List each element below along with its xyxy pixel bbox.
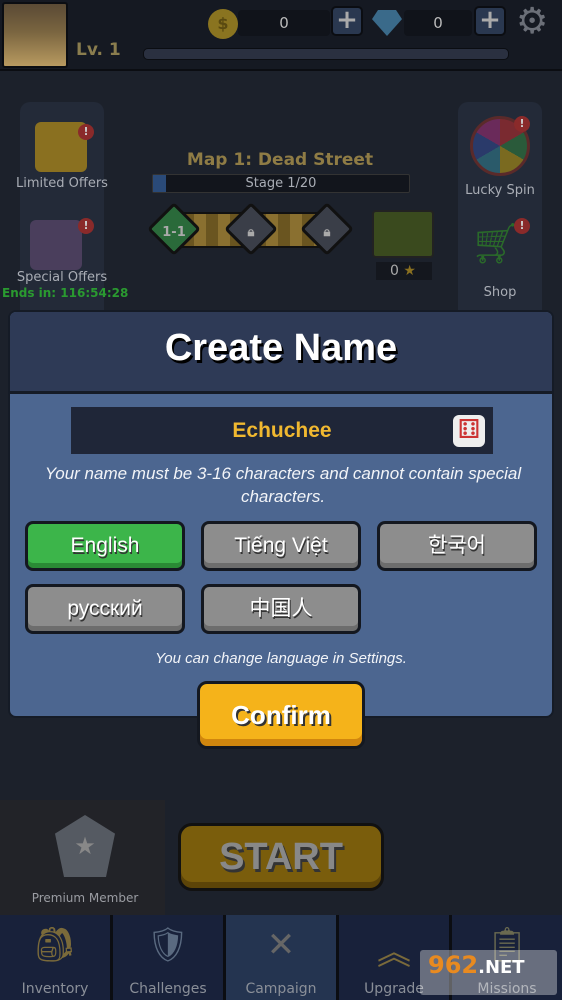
- lock-icon: 🔒︎: [247, 225, 255, 241]
- lock-icon: 🔒︎: [323, 225, 331, 241]
- stage-label: Stage 1/20: [245, 176, 317, 191]
- stage-node-locked[interactable]: 🔒︎: [224, 202, 278, 256]
- lucky-spin-label[interactable]: Lucky Spin: [440, 183, 560, 198]
- coin-icon: $: [208, 9, 238, 39]
- dialog-header: Create Name: [10, 312, 552, 394]
- dice-icon[interactable]: ⚅: [453, 415, 485, 447]
- start-button[interactable]: START: [178, 823, 384, 891]
- create-name-dialog: Create Name ⚅ Your name must be 3-16 cha…: [8, 310, 554, 718]
- name-input[interactable]: [71, 407, 493, 454]
- gem-count: 0: [404, 10, 472, 36]
- lang-chinese-button[interactable]: 中国人: [201, 584, 361, 634]
- shop-label[interactable]: Shop: [440, 285, 560, 300]
- reward-crate-icon[interactable]: [372, 210, 434, 258]
- crossed-guns-icon: ✕: [266, 925, 296, 965]
- gear-icon[interactable]: ⚙: [516, 4, 548, 40]
- alert-badge: !: [514, 116, 530, 132]
- stage-node-1-1[interactable]: 1-1: [147, 202, 201, 256]
- language-settings-note: You can change language in Settings.: [155, 650, 407, 667]
- alert-badge: !: [514, 218, 530, 234]
- confirm-button[interactable]: Confirm: [197, 681, 365, 749]
- chevron-rank-icon: ︽: [377, 933, 411, 973]
- player-level: Lv. 1: [76, 40, 121, 60]
- tab-inventory[interactable]: 🎒︎ Inventory: [0, 915, 110, 1000]
- tab-campaign[interactable]: ✕ Campaign: [226, 915, 336, 1000]
- stage-progress-bar: Stage 1/20: [152, 174, 410, 193]
- name-rules-hint: Your name must be 3-16 characters and ca…: [44, 464, 522, 506]
- special-offers-label[interactable]: Special Offers: [2, 270, 122, 285]
- star-icon: ★: [403, 263, 416, 279]
- level-progress-bar: [143, 48, 509, 60]
- chest-icon[interactable]: [30, 220, 82, 270]
- lang-english-button[interactable]: English: [25, 521, 185, 571]
- premium-member-label: Premium Member: [31, 891, 139, 905]
- add-coins-button[interactable]: +: [331, 6, 363, 36]
- star-count: 0 ★: [376, 262, 432, 280]
- lang-russian-button[interactable]: русский: [25, 584, 185, 634]
- map-title: Map 1: Dead Street: [186, 150, 374, 170]
- top-bar: Lv. 1 $ 0 + 0 + ⚙: [0, 0, 562, 71]
- gem-icon: [372, 10, 402, 36]
- limited-offers-label[interactable]: Limited Offers: [2, 176, 122, 191]
- lang-vietnamese-button[interactable]: Tiếng Việt: [201, 521, 361, 571]
- watermark-logo: 962.NET: [420, 950, 557, 995]
- shield-icon: 🛡︎: [146, 925, 190, 965]
- coin-count: 0: [238, 10, 330, 36]
- backpack-icon: 🎒︎: [33, 925, 77, 965]
- alert-badge: !: [78, 124, 94, 140]
- stage-node-locked[interactable]: 🔒︎: [300, 202, 354, 256]
- lang-korean-button[interactable]: 한국어: [377, 521, 537, 571]
- tab-challenges[interactable]: 🛡︎ Challenges: [113, 915, 223, 1000]
- player-avatar[interactable]: [2, 2, 68, 68]
- dialog-title: Create Name: [164, 327, 398, 369]
- add-gems-button[interactable]: +: [474, 6, 506, 36]
- alert-badge: !: [78, 218, 94, 234]
- offer-timer: Ends in: 116:54:28: [2, 286, 129, 300]
